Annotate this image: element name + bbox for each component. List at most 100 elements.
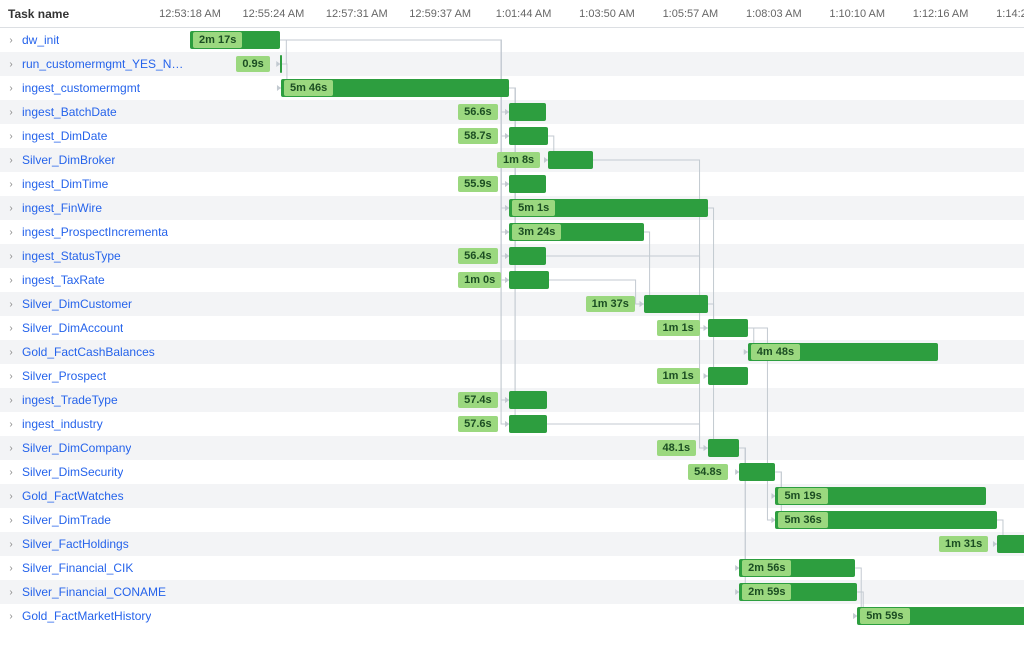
task-name-link[interactable]: Silver_Financial_CONAME [22, 585, 166, 599]
task-bar[interactable]: 1m 37s [644, 295, 708, 313]
task-row: › ingest_TaxRate 1m 0s [0, 268, 1024, 292]
task-chart-cell: 55.9s [190, 172, 1024, 196]
chevron-right-icon[interactable]: › [6, 491, 16, 501]
task-bar[interactable]: 48.1s [708, 439, 740, 457]
chevron-right-icon[interactable]: › [6, 35, 16, 45]
chevron-right-icon[interactable]: › [6, 203, 16, 213]
task-bar[interactable]: 57.6s [509, 415, 547, 433]
chevron-right-icon[interactable]: › [6, 83, 16, 93]
chevron-right-icon[interactable]: › [6, 467, 16, 477]
task-name-cell: › Silver_DimCustomer [0, 292, 190, 316]
task-name-link[interactable]: ingest_DimDate [22, 129, 107, 143]
task-bar[interactable]: 5m 19s [775, 487, 985, 505]
task-bar[interactable]: 0.9s [280, 55, 282, 73]
task-bar[interactable]: 1m 0s [509, 271, 549, 289]
task-duration-label: 54.8s [688, 464, 728, 480]
task-duration-bar: 5m 1s [509, 199, 707, 217]
chevron-right-icon[interactable]: › [6, 395, 16, 405]
task-bar[interactable]: 5m 46s [281, 79, 509, 97]
task-row: › Gold_FactCashBalances 4m 48s [0, 340, 1024, 364]
task-name-link[interactable]: run_customermgmt_YES_N… [22, 57, 183, 71]
chevron-right-icon[interactable]: › [6, 107, 16, 117]
task-name-link[interactable]: Silver_DimCustomer [22, 297, 132, 311]
task-duration-bar [509, 391, 547, 409]
task-bar[interactable]: 5m 59s [857, 607, 1024, 625]
chevron-right-icon[interactable]: › [6, 563, 16, 573]
task-name-link[interactable]: Gold_FactWatches [22, 489, 124, 503]
task-name-link[interactable]: Silver_DimAccount [22, 321, 123, 335]
task-name-link[interactable]: ingest_BatchDate [22, 105, 117, 119]
task-row: › Silver_DimBroker 1m 8s [0, 148, 1024, 172]
task-name-link[interactable]: Silver_DimCompany [22, 441, 131, 455]
chevron-right-icon[interactable]: › [6, 275, 16, 285]
task-bar[interactable]: 1m 8s [548, 151, 593, 169]
task-name-link[interactable]: ingest_FinWire [22, 201, 102, 215]
task-name-cell: › run_customermgmt_YES_N… [0, 52, 190, 76]
task-bar[interactable]: 2m 59s [739, 583, 857, 601]
chevron-right-icon[interactable]: › [6, 587, 16, 597]
task-chart-cell: 1m 0s [190, 268, 1024, 292]
task-name-cell: › Silver_DimSecurity [0, 460, 190, 484]
task-bar[interactable]: 57.4s [509, 391, 547, 409]
chevron-right-icon[interactable]: › [6, 251, 16, 261]
chevron-right-icon[interactable]: › [6, 539, 16, 549]
task-bar[interactable]: 1m 31s [997, 535, 1024, 553]
task-name-link[interactable]: Gold_FactCashBalances [22, 345, 155, 359]
task-bar[interactable]: 3m 24s [509, 223, 643, 241]
chevron-right-icon[interactable]: › [6, 443, 16, 453]
task-name-link[interactable]: dw_init [22, 33, 59, 47]
task-bar[interactable]: 5m 36s [775, 511, 997, 529]
chevron-right-icon[interactable]: › [6, 179, 16, 189]
chevron-right-icon[interactable]: › [6, 323, 16, 333]
task-bar[interactable]: 56.4s [509, 247, 546, 265]
task-name-link[interactable]: ingest_ProspectIncrementa [22, 225, 168, 239]
task-row: › Silver_DimSecurity 54.8s [0, 460, 1024, 484]
task-bar[interactable]: 1m 1s [708, 367, 748, 385]
task-duration-label: 48.1s [657, 440, 697, 456]
chevron-right-icon[interactable]: › [6, 347, 16, 357]
task-name-link[interactable]: ingest_TaxRate [22, 273, 105, 287]
task-bar[interactable]: 58.7s [509, 127, 548, 145]
task-name-link[interactable]: Silver_Prospect [22, 369, 106, 383]
chevron-right-icon[interactable]: › [6, 611, 16, 621]
time-tick: 12:53:18 AM [159, 0, 221, 28]
task-name-cell: › ingest_FinWire [0, 196, 190, 220]
task-bar[interactable]: 5m 1s [509, 199, 707, 217]
task-name-link[interactable]: Silver_FactHoldings [22, 537, 129, 551]
chevron-right-icon[interactable]: › [6, 419, 16, 429]
task-bar[interactable]: 2m 17s [190, 31, 280, 49]
task-name-link[interactable]: Silver_DimTrade [22, 513, 111, 527]
task-name-link[interactable]: ingest_DimTime [22, 177, 108, 191]
task-chart-cell: 54.8s [190, 460, 1024, 484]
task-bar[interactable]: 4m 48s [748, 343, 938, 361]
task-bar[interactable]: 1m 1s [708, 319, 748, 337]
task-name-link[interactable]: Silver_DimSecurity [22, 465, 123, 479]
task-chart-cell: 2m 56s [190, 556, 1024, 580]
chevron-right-icon[interactable]: › [6, 515, 16, 525]
task-bar[interactable]: 55.9s [509, 175, 546, 193]
chevron-right-icon[interactable]: › [6, 59, 16, 69]
task-duration-bar: 2m 56s [739, 559, 855, 577]
task-row: › Silver_DimTrade 5m 36s [0, 508, 1024, 532]
task-duration-bar: 2m 17s [190, 31, 280, 49]
task-row: › Gold_FactWatches 5m 19s [0, 484, 1024, 508]
chevron-right-icon[interactable]: › [6, 227, 16, 237]
task-bar[interactable]: 54.8s [739, 463, 775, 481]
chevron-right-icon[interactable]: › [6, 299, 16, 309]
task-name-link[interactable]: ingest_StatusType [22, 249, 121, 263]
task-name-link[interactable]: Silver_DimBroker [22, 153, 115, 167]
task-name-link[interactable]: ingest_customermgmt [22, 81, 140, 95]
task-duration-label: 57.4s [458, 392, 498, 408]
chevron-right-icon[interactable]: › [6, 131, 16, 141]
task-bar[interactable]: 56.6s [509, 103, 546, 121]
task-name-link[interactable]: Gold_FactMarketHistory [22, 609, 151, 623]
task-duration-label: 2m 59s [742, 584, 791, 600]
task-name-link[interactable]: Silver_Financial_CIK [22, 561, 133, 575]
chevron-right-icon[interactable]: › [6, 371, 16, 381]
task-name-link[interactable]: ingest_TradeType [22, 393, 118, 407]
task-name-link[interactable]: ingest_industry [22, 417, 103, 431]
task-name-cell: › dw_init [0, 28, 190, 52]
chevron-right-icon[interactable]: › [6, 155, 16, 165]
task-bar[interactable]: 2m 56s [739, 559, 855, 577]
task-row: › ingest_TradeType 57.4s [0, 388, 1024, 412]
